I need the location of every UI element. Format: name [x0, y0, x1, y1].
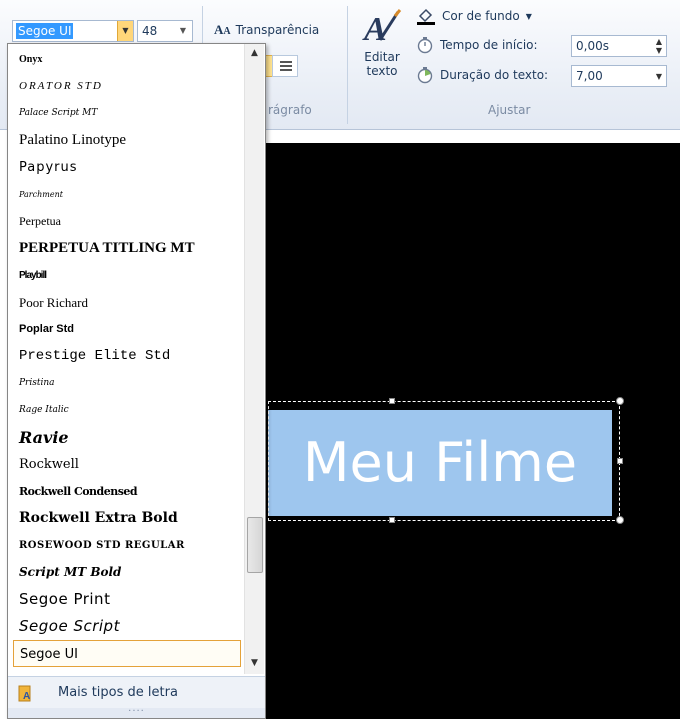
group-separator: [347, 6, 348, 124]
align-right-button[interactable]: [272, 55, 298, 77]
align-right-icon: [280, 61, 292, 71]
adjust-group-label: Ajustar: [488, 103, 531, 117]
list-item[interactable]: Parchment: [13, 181, 241, 208]
font-name-combobox[interactable]: Segoe UI ▼: [12, 20, 134, 42]
svg-text:A: A: [23, 691, 30, 702]
list-item[interactable]: Palatino Linotype: [13, 127, 241, 154]
more-fonts-button[interactable]: A Mais tipos de letra: [8, 676, 265, 708]
resize-handle[interactable]: [389, 517, 395, 523]
transparency-label: Transparência: [235, 23, 320, 37]
start-time-label: Tempo de início:: [440, 38, 538, 52]
paragraph-group-label: rágrafo: [268, 103, 312, 117]
list-item[interactable]: ROSEWOOD STD REGULAR: [13, 532, 241, 559]
resize-grip[interactable]: ····: [8, 707, 265, 718]
edit-text-button[interactable]: A Editar texto: [356, 6, 408, 78]
list-item[interactable]: ORATOR STD: [13, 73, 241, 100]
list-item[interactable]: Perpetua: [13, 208, 241, 235]
font-size-combobox[interactable]: 48 ▼: [137, 20, 193, 42]
font-dropdown-button[interactable]: ▼: [117, 21, 133, 41]
list-item[interactable]: Rage Italic: [13, 397, 241, 424]
list-item[interactable]: Ravie: [13, 424, 241, 451]
list-item[interactable]: Pristina: [13, 370, 241, 397]
list-item[interactable]: Onyx: [13, 46, 241, 73]
svg-text:A: A: [362, 11, 387, 48]
list-item[interactable]: Script MT Bold: [13, 559, 241, 586]
selection-frame[interactable]: [268, 401, 620, 521]
list-item[interactable]: Segoe Print: [13, 586, 241, 613]
scrollbar-thumb[interactable]: [247, 517, 263, 573]
edit-text-icon: A: [362, 9, 402, 48]
more-fonts-label: Mais tipos de letra: [58, 685, 178, 700]
list-item[interactable]: PERPETUA TITLING MT: [13, 235, 241, 262]
background-color-label: Cor de fundo: [442, 9, 520, 23]
duration-combobox[interactable]: 7,00 ▼: [571, 65, 667, 87]
list-item[interactable]: Poplar Std: [13, 316, 241, 343]
scroll-down-icon[interactable]: ▼: [245, 654, 264, 672]
font-dropdown[interactable]: Onyx ORATOR STD Palace Script MT Palatin…: [7, 43, 266, 719]
list-item[interactable]: Rockwell Extra Bold: [13, 505, 241, 532]
duration-row: Duração do texto:: [416, 66, 548, 84]
duration-label: Duração do texto:: [440, 68, 549, 82]
transparency-icon: AA: [214, 22, 231, 37]
transparency-button[interactable]: AA Transparência: [214, 22, 319, 38]
resize-handle[interactable]: [616, 397, 624, 405]
stopwatch-icon: [417, 37, 433, 54]
start-time-spinner[interactable]: 0,00s ▲ ▼: [571, 35, 667, 57]
chevron-down-icon: ▼: [525, 11, 532, 21]
list-item[interactable]: Segoe Script: [13, 613, 241, 640]
list-item[interactable]: Poor Richard: [13, 289, 241, 316]
scroll-up-icon[interactable]: ▲: [245, 44, 264, 62]
background-color-button[interactable]: Cor de fundo ▼: [416, 7, 532, 25]
font-name-value[interactable]: Segoe UI: [16, 23, 74, 39]
list-item[interactable]: Rockwell Condensed: [13, 478, 241, 505]
list-item[interactable]: Palace Script MT: [13, 100, 241, 127]
duration-value[interactable]: 7,00: [576, 69, 603, 83]
start-time-row: Tempo de início:: [416, 36, 538, 54]
resize-handle[interactable]: [389, 398, 395, 404]
paint-bucket-icon: [417, 8, 435, 25]
spinner-arrows-icon[interactable]: ▲ ▼: [656, 37, 662, 55]
folder-font-icon: A: [18, 685, 31, 702]
edit-text-label-line2: texto: [366, 64, 398, 78]
edit-text-label-line1: Editar: [364, 50, 400, 64]
list-item[interactable]: Rockwell: [13, 451, 241, 478]
scrollbar[interactable]: ▲ ▼: [244, 44, 264, 674]
font-list[interactable]: Onyx ORATOR STD Palace Script MT Palatin…: [13, 46, 241, 667]
resize-handle[interactable]: [617, 458, 623, 464]
duration-stopwatch-icon: [417, 67, 433, 84]
font-size-dropdown-icon[interactable]: ▼: [176, 21, 190, 41]
chevron-down-icon[interactable]: ▼: [656, 72, 662, 81]
list-item-selected[interactable]: Segoe UI: [13, 640, 241, 667]
list-item[interactable]: Prestige Elite Std: [13, 343, 241, 370]
list-item[interactable]: Playbill: [13, 262, 241, 289]
font-size-value[interactable]: 48: [142, 24, 157, 38]
resize-handle[interactable]: [616, 516, 624, 524]
list-item[interactable]: Papyrus: [13, 154, 241, 181]
start-time-value[interactable]: 0,00s: [576, 39, 609, 53]
